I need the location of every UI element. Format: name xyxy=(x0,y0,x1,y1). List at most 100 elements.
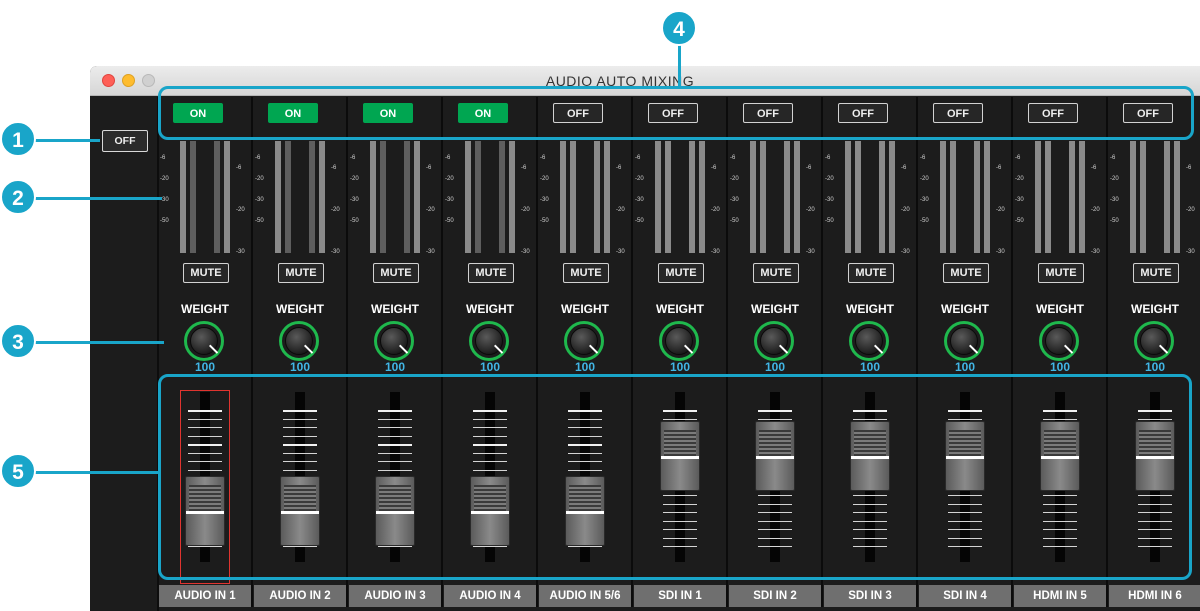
meter-scale-label: -20 xyxy=(350,176,359,182)
meter-scale-label: -30 xyxy=(901,249,910,255)
channel-name[interactable]: HDMI IN 5 xyxy=(1014,585,1106,607)
level-meter xyxy=(938,141,992,256)
weight-knob[interactable] xyxy=(659,321,699,361)
callout-badge-5: 5 xyxy=(0,453,36,489)
meter-scale-label: -50 xyxy=(730,218,739,224)
mute-button[interactable]: MUTE xyxy=(943,263,989,283)
weight-value: 100 xyxy=(574,360,596,374)
meter-scale-label: -50 xyxy=(920,218,929,224)
meter-scale-label: -30 xyxy=(521,249,530,255)
meter-scale-label: -30 xyxy=(445,197,454,203)
callout-badge-3: 3 xyxy=(0,323,36,359)
meter-bar xyxy=(309,141,315,253)
callout-line-2 xyxy=(32,197,162,200)
meter-bar xyxy=(414,141,420,253)
meter-bar xyxy=(750,141,756,253)
meter-bar xyxy=(889,141,895,253)
weight-knob[interactable] xyxy=(849,321,889,361)
meter-bar xyxy=(950,141,956,253)
meter-scale-label: -6 xyxy=(635,155,641,161)
meter-scale-label: -6 xyxy=(426,165,432,171)
meter-scale-label: -6 xyxy=(996,165,1002,171)
callout-badge-4: 4 xyxy=(661,10,697,46)
channel-name[interactable]: AUDIO IN 3 xyxy=(349,585,441,607)
meter-scale-label: -30 xyxy=(616,249,625,255)
channel-name[interactable]: AUDIO IN 4 xyxy=(444,585,536,607)
mute-button[interactable]: MUTE xyxy=(1133,263,1179,283)
meter-bar xyxy=(475,141,481,253)
meter-bar xyxy=(285,141,291,253)
weight-label: WEIGHT xyxy=(941,302,989,316)
meter-scale-label: -20 xyxy=(825,176,834,182)
knob-cap xyxy=(950,327,978,355)
meter-scale-label: -6 xyxy=(1015,155,1021,161)
weight-knob[interactable] xyxy=(374,321,414,361)
mute-button[interactable]: MUTE xyxy=(563,263,609,283)
channel-name[interactable]: HDMI IN 6 xyxy=(1109,585,1200,607)
mute-button[interactable]: MUTE xyxy=(658,263,704,283)
channel-name[interactable]: SDI IN 1 xyxy=(634,585,726,607)
channel-name[interactable]: SDI IN 3 xyxy=(824,585,916,607)
mute-button[interactable]: MUTE xyxy=(848,263,894,283)
meter-scale-label: -6 xyxy=(920,155,926,161)
weight-label: WEIGHT xyxy=(276,302,324,316)
meter-scale-label: -30 xyxy=(806,249,815,255)
callout-line-4 xyxy=(678,44,681,87)
meter-scale-label: -6 xyxy=(540,155,546,161)
meter-scale-label: -30 xyxy=(635,197,644,203)
meter-bar xyxy=(509,141,515,253)
knob-cap xyxy=(380,327,408,355)
callout-line-5 xyxy=(32,471,160,474)
channel-name[interactable]: SDI IN 4 xyxy=(919,585,1011,607)
master-auto-mixing-toggle[interactable]: OFF xyxy=(102,130,148,152)
meter-scale-label: -6 xyxy=(825,155,831,161)
callout-line-3 xyxy=(32,341,164,344)
screenshot-stage: AUDIO AUTO MIXING OFF ON -6 -20 -30 -50 -6 -20… xyxy=(0,0,1200,611)
weight-knob[interactable] xyxy=(184,321,224,361)
level-meter xyxy=(653,141,707,256)
weight-knob[interactable] xyxy=(754,321,794,361)
knob-cap xyxy=(570,327,598,355)
channel-name[interactable]: AUDIO IN 1 xyxy=(159,585,251,607)
mute-button[interactable]: MUTE xyxy=(373,263,419,283)
meter-bar xyxy=(855,141,861,253)
knob-cap xyxy=(665,327,693,355)
meter-scale-label: -50 xyxy=(160,218,169,224)
mute-button[interactable]: MUTE xyxy=(753,263,799,283)
meter-scale-label: -20 xyxy=(236,207,245,213)
mute-button[interactable]: MUTE xyxy=(183,263,229,283)
mute-button[interactable]: MUTE xyxy=(468,263,514,283)
channel-name[interactable]: SDI IN 2 xyxy=(729,585,821,607)
weight-label: WEIGHT xyxy=(466,302,514,316)
weight-label: WEIGHT xyxy=(181,302,229,316)
weight-value: 100 xyxy=(479,360,501,374)
meter-bar xyxy=(224,141,230,253)
weight-knob[interactable] xyxy=(279,321,319,361)
meter-scale-label: -20 xyxy=(540,176,549,182)
mute-button[interactable]: MUTE xyxy=(1038,263,1084,283)
meter-bar xyxy=(689,141,695,253)
meter-scale-label: -20 xyxy=(1110,176,1119,182)
channel-name[interactable]: AUDIO IN 5/6 xyxy=(539,585,631,607)
mute-button[interactable]: MUTE xyxy=(278,263,324,283)
meter-scale-label: -50 xyxy=(1015,218,1024,224)
meter-bar xyxy=(560,141,566,253)
meter-bar xyxy=(760,141,766,253)
weight-knob[interactable] xyxy=(1039,321,1079,361)
weight-value: 100 xyxy=(384,360,406,374)
knob-cap xyxy=(760,327,788,355)
meter-scale-label: -6 xyxy=(350,155,356,161)
meter-scale-label: -20 xyxy=(616,207,625,213)
channel-name[interactable]: AUDIO IN 2 xyxy=(254,585,346,607)
meter-bar xyxy=(1130,141,1136,253)
meter-scale-label: -20 xyxy=(730,176,739,182)
meter-bar xyxy=(879,141,885,253)
weight-knob[interactable] xyxy=(1134,321,1174,361)
meter-bar xyxy=(784,141,790,253)
meter-scale-label: -50 xyxy=(445,218,454,224)
weight-knob[interactable] xyxy=(944,321,984,361)
meter-scale-label: -6 xyxy=(1110,155,1116,161)
weight-knob[interactable] xyxy=(469,321,509,361)
meter-scale-label: -6 xyxy=(236,165,242,171)
weight-knob[interactable] xyxy=(564,321,604,361)
